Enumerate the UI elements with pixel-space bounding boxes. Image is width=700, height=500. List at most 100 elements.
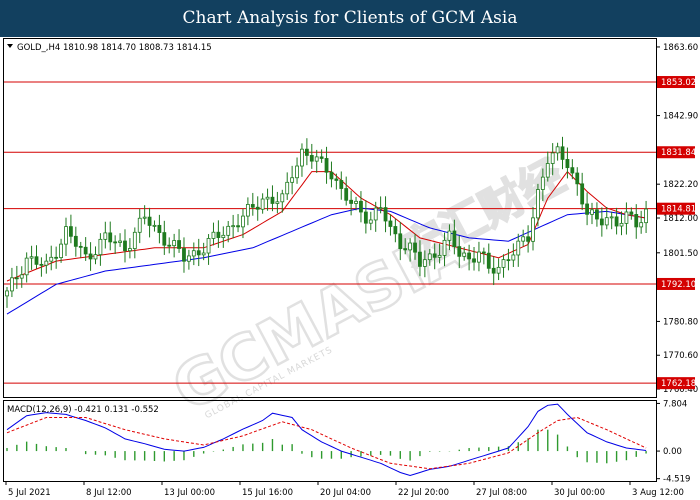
- candle-body: [304, 148, 309, 156]
- candle-body: [432, 253, 437, 258]
- candle-body: [123, 240, 127, 252]
- macd-panel-title: MACD(12,26,9) -0.421 0.131 -0.552: [7, 405, 159, 415]
- candle-body: [182, 248, 186, 262]
- banner-title: Chart Analysis for Clients of GCM Asia: [0, 0, 700, 37]
- candle-body: [245, 204, 250, 217]
- candle-body: [206, 238, 211, 254]
- candle-body: [300, 148, 304, 167]
- candle-body: [481, 251, 486, 254]
- candle-body: [599, 218, 604, 226]
- level-labels: 1853.02 1831.84 1814.81 1792.10 1762.18: [657, 76, 696, 390]
- price-tick-label: 1770.60: [663, 351, 698, 361]
- candle-body: [83, 246, 88, 255]
- macd-histogram: [6, 429, 647, 464]
- candle-body: [324, 158, 329, 173]
- price-tick-label: 1801.50: [663, 249, 698, 259]
- chart-page: Chart Analysis for Clients of GCM Asia G…: [0, 0, 700, 500]
- price-panel-header: GOLD_,H4 1810.98 1814.70 1808.73 1814.15: [7, 43, 212, 53]
- candle-body: [565, 159, 570, 169]
- candle-body: [378, 207, 383, 209]
- level-label: 1762.18: [661, 379, 696, 389]
- time-tick-label: 22 Jul 20:00: [398, 488, 449, 498]
- candle-body: [19, 274, 24, 279]
- candle-body: [521, 236, 526, 242]
- candle-body: [634, 214, 639, 228]
- candle-body: [501, 259, 506, 268]
- candle-body: [78, 245, 83, 248]
- candle-body: [349, 199, 354, 204]
- time-tick-label: 5 Jul 2021: [8, 488, 51, 498]
- candle-body: [152, 224, 157, 227]
- candle-body: [250, 204, 255, 208]
- time-tick-label: 13 Jul 00:00: [164, 488, 215, 498]
- candle-body: [526, 236, 530, 242]
- candle-body: [69, 226, 73, 237]
- chart-canvas: GCMASIA 宏汇财经 GLOBAL CAPITAL MARKETS 1863…: [3, 38, 698, 498]
- candle-body: [113, 241, 118, 244]
- candle-body: [418, 251, 422, 267]
- candle-body: [118, 240, 122, 243]
- time-tick-label: 15 Jul 16:00: [242, 488, 293, 498]
- candle-body: [368, 219, 373, 224]
- candle-body: [403, 248, 408, 251]
- candle-body: [162, 232, 167, 246]
- candle-body: [491, 267, 496, 274]
- candle-body: [334, 178, 339, 181]
- candle-body: [10, 277, 14, 292]
- candle-body: [98, 238, 103, 256]
- candle-body: [34, 256, 39, 265]
- candle-body: [590, 209, 594, 215]
- candle-body: [609, 216, 614, 219]
- candle-body: [59, 243, 63, 259]
- dropdown-triangle-icon[interactable]: [7, 44, 13, 48]
- price-axis: 1863.60 1842.90 1822.20 1812.00 1801.50 1780.…: [656, 43, 698, 395]
- level-label: 1853.02: [661, 78, 696, 88]
- time-tick-label: 3 Aug 12:00: [632, 488, 684, 498]
- candle-body: [177, 240, 181, 249]
- candle-body: [506, 259, 511, 262]
- candle-body: [477, 251, 481, 263]
- candle-body: [624, 211, 629, 224]
- candle-body: [536, 189, 540, 219]
- macd-signal-line: [6, 416, 647, 470]
- macd-tick-label: 0.00: [663, 447, 682, 457]
- candle-body: [496, 266, 501, 274]
- candle-body: [24, 257, 29, 276]
- candle-body: [231, 225, 236, 228]
- candle-body: [595, 209, 599, 220]
- watermark: GCMASIA 宏汇财经 GLOBAL CAPITAL MARKETS: [159, 149, 573, 427]
- candle-body: [73, 235, 78, 247]
- candle-body: [270, 196, 275, 204]
- candle-body: [639, 222, 644, 228]
- macd-signal: [6, 416, 647, 470]
- candle-body: [363, 211, 368, 224]
- candle-body: [462, 252, 467, 257]
- price-tick-label: 1863.60: [663, 43, 698, 53]
- candle-body: [285, 181, 290, 195]
- candle-body: [241, 215, 245, 228]
- candle-body: [221, 234, 226, 238]
- candle-body: [614, 216, 619, 227]
- time-tick-label: 20 Jul 04:00: [320, 488, 371, 498]
- candle-body: [393, 226, 398, 235]
- price-tick-label: 1780.80: [663, 317, 698, 327]
- candle-body: [255, 206, 260, 210]
- candle-body: [359, 200, 363, 213]
- candle-body: [516, 240, 521, 256]
- time-axis: 5 Jul 2021 8 Jul 12:00 13 Jul 00:00 15 Jul …: [5, 481, 684, 498]
- candle-body: [427, 253, 432, 261]
- candle-body: [314, 156, 319, 162]
- candle-body: [211, 231, 216, 239]
- price-panel-title: GOLD_,H4 1810.98 1814.70 1808.73 1814.15: [17, 43, 212, 53]
- candle-body: [442, 239, 447, 256]
- candle-body: [604, 217, 609, 226]
- candle-body: [280, 193, 285, 203]
- candle-body: [103, 232, 108, 240]
- candle-body: [644, 208, 648, 224]
- candle-body: [447, 230, 452, 241]
- price-tick-label: 1842.90: [663, 112, 698, 122]
- candle-body: [29, 256, 34, 259]
- candle-body: [531, 217, 535, 242]
- candle-body: [452, 230, 457, 248]
- candle-body: [545, 163, 550, 178]
